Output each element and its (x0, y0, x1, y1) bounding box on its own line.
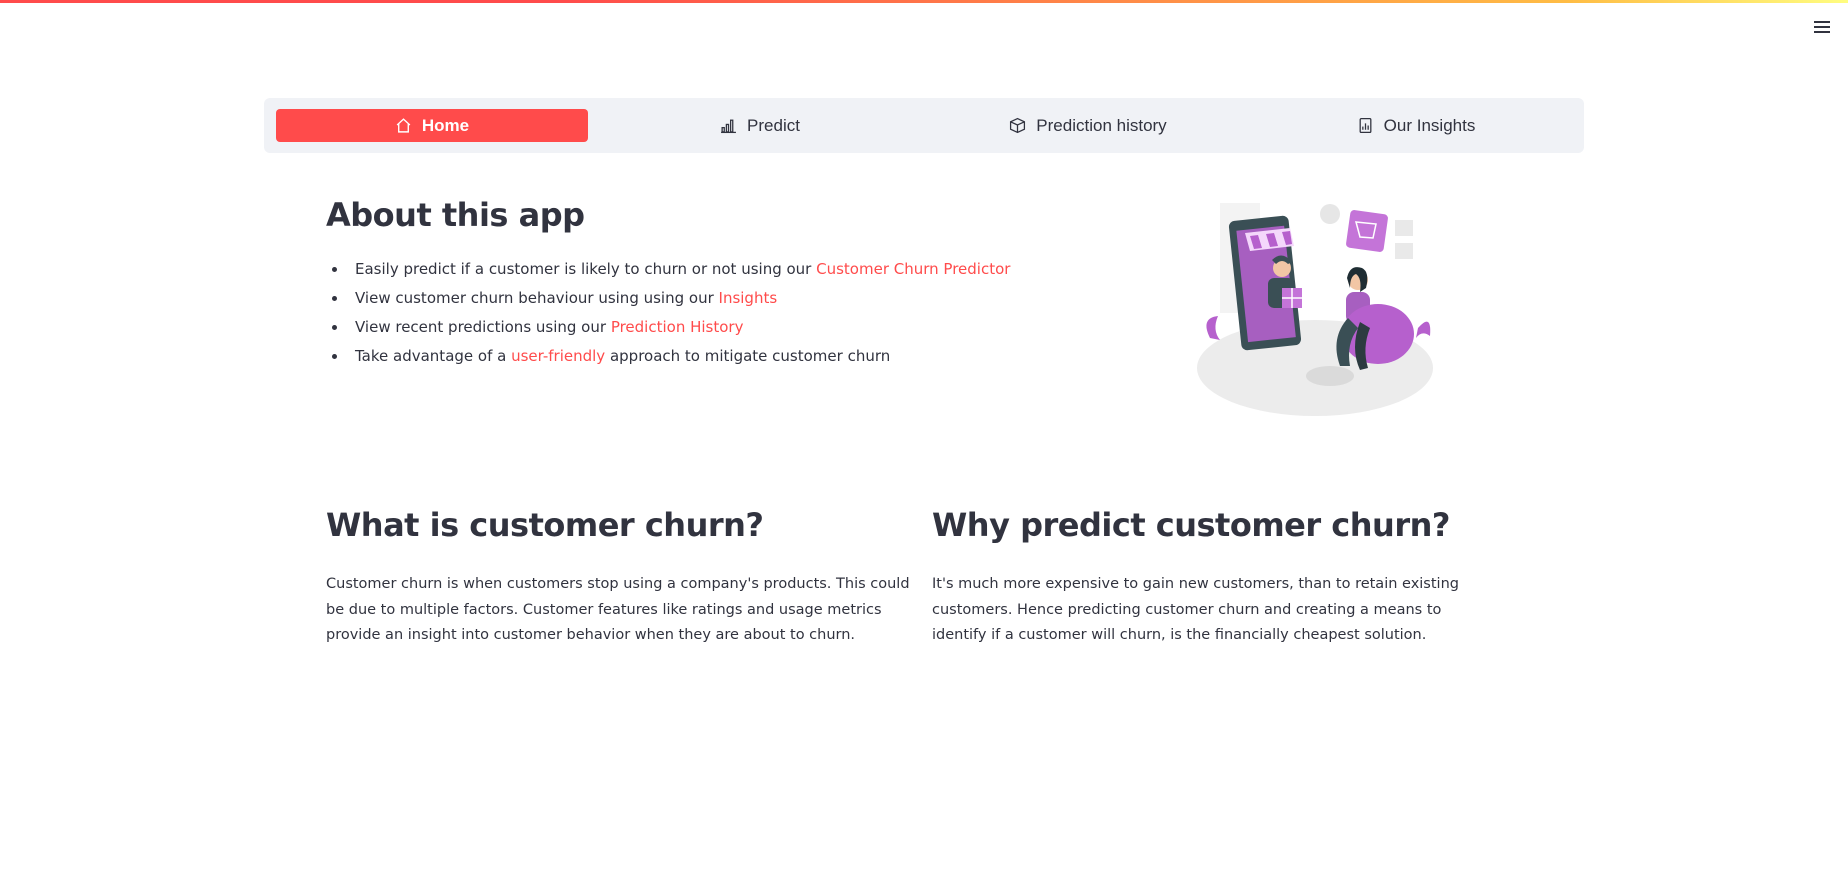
why-predict-churn-text: It's much more expensive to gain new cus… (932, 576, 1459, 643)
list-item: View customer churn behaviour using usin… (326, 287, 1010, 316)
what-is-churn-section: What is customer churn? Customer churn i… (326, 506, 916, 649)
insights-highlight: Insights (718, 289, 778, 307)
nav-tab-label: Our Insights (1383, 115, 1476, 135)
what-is-churn-title: What is customer churn? (326, 506, 764, 544)
list-item-text: View recent predictions using our (355, 318, 611, 336)
list-item: Easily predict if a customer is likely t… (326, 258, 1010, 287)
main-menu-icon[interactable] (1810, 16, 1834, 38)
prediction-history-highlight: Prediction History (610, 318, 744, 336)
customer-churn-predictor-highlight: Customer Churn Predictor (816, 260, 1011, 278)
home-icon (396, 118, 411, 133)
box-icon (1010, 117, 1026, 134)
list-item-text: Take advantage of a (355, 347, 512, 365)
user-friendly-highlight: user-friendly (511, 347, 606, 365)
list-item-text: approach to mitigate customer churn (605, 347, 891, 365)
nav-tab-our-insights[interactable]: Our Insights (1260, 109, 1572, 142)
nav-tab-label: Prediction history (1036, 115, 1167, 135)
list-item: Take advantage of a user-friendly approa… (326, 345, 1010, 374)
nav-tab-predict[interactable]: Predict (604, 109, 916, 142)
about-title: About this app (326, 196, 585, 234)
what-is-churn-text: Customer churn is when customers stop us… (326, 576, 910, 643)
list-item: View recent predictions using our Predic… (326, 316, 1010, 345)
about-feature-list: Easily predict if a customer is likely t… (326, 258, 1010, 374)
option-menu-navbar: Home Predict Prediction history Our Insi… (264, 98, 1584, 153)
report-icon (1359, 117, 1372, 134)
nav-tab-label: Predict (747, 115, 800, 135)
nav-tab-prediction-history[interactable]: Prediction history (932, 109, 1244, 142)
top-decoration-bar (0, 0, 1848, 3)
nav-tab-label: Home (421, 115, 470, 135)
why-predict-churn-section: Why predict customer churn? It's much mo… (932, 506, 1492, 649)
shopping-illustration (1197, 203, 1433, 416)
bar-chart-icon (721, 119, 736, 134)
list-item-text: View customer churn behaviour using usin… (355, 289, 719, 307)
why-predict-churn-title: Why predict customer churn? (932, 506, 1450, 544)
list-item-text: Easily predict if a customer is likely t… (355, 260, 817, 278)
nav-tab-home[interactable]: Home (276, 109, 588, 142)
